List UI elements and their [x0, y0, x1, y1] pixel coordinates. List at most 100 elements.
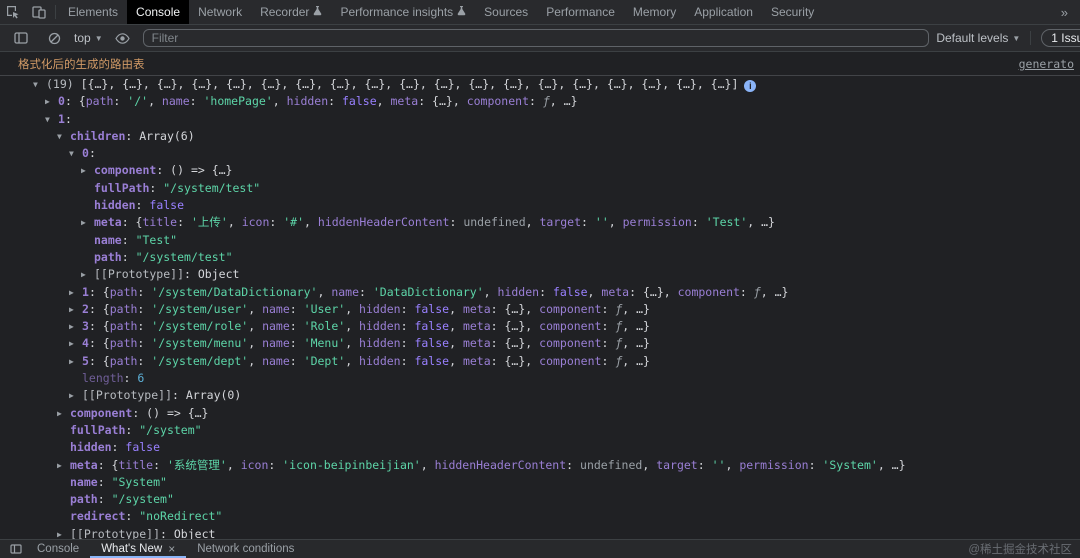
source-link[interactable]: generato	[1019, 56, 1074, 73]
collapsed-arrow-icon[interactable]: ▶	[81, 214, 94, 231]
tab-elements[interactable]: Elements	[59, 0, 127, 24]
console-token: :	[691, 215, 706, 230]
collapsed-arrow-icon[interactable]: ▶	[57, 457, 70, 474]
drawer-tab-network-conditions[interactable]: Network conditions	[186, 540, 305, 558]
console-token: {…}	[504, 301, 526, 316]
tab-console[interactable]: Console	[127, 0, 190, 24]
console-tree-row[interactable]: ▶ [[Prototype]]: Array(0)	[0, 387, 1080, 404]
device-toolbar-icon[interactable]	[26, 0, 52, 24]
console-tree-row[interactable]: ▶ meta: {title: '系统管理', icon: 'icon-beipi…	[0, 457, 1080, 474]
collapsed-arrow-icon[interactable]: ▶	[81, 266, 94, 283]
expanded-arrow-icon[interactable]: ▼	[57, 128, 70, 145]
collapsed-arrow-icon[interactable]: ▶	[81, 162, 94, 179]
console-tree-row[interactable]: ▶ 5: {path: '/system/dept', name: 'Dept',…	[0, 353, 1080, 370]
drawer-tab-whats-new[interactable]: What's New ×	[90, 540, 186, 558]
console-token: 1	[58, 111, 65, 126]
expanded-arrow-icon[interactable]: ▼	[33, 76, 46, 93]
console-token: name	[161, 94, 190, 109]
console-token: 'DataDictionary'	[372, 284, 484, 299]
console-token: '/system/role'	[151, 319, 249, 334]
console-tree-row[interactable]: ▶ 2: {path: '/system/user', name: 'User',…	[0, 301, 1080, 318]
collapsed-arrow-icon[interactable]: ▶	[57, 526, 70, 539]
live-expression-eye-icon[interactable]	[110, 32, 136, 44]
console-tree-row[interactable]: ▶ 1: {path: '/system/DataDictionary', nam…	[0, 284, 1080, 301]
context-selector[interactable]: top ▼	[74, 31, 103, 45]
expanded-arrow-icon[interactable]: ▼	[45, 111, 58, 128]
info-icon[interactable]: i	[744, 80, 757, 92]
console-token: Object	[197, 267, 240, 282]
console-token: false	[414, 353, 450, 368]
tab-application[interactable]: Application	[685, 0, 762, 24]
console-tree-row[interactable]: ▶ component: () => {…}	[0, 405, 1080, 422]
console-token: path	[85, 94, 114, 109]
console-token: [[Prototype]]	[70, 526, 161, 539]
tab-memory[interactable]: Memory	[624, 0, 685, 24]
expanded-arrow-icon[interactable]: ▼	[69, 145, 82, 162]
console-token: hidden	[497, 284, 540, 299]
collapsed-arrow-icon[interactable]: ▶	[45, 93, 58, 110]
log-levels-dropdown[interactable]: Default levels ▼	[936, 31, 1020, 45]
drawer-tab-console[interactable]: Console	[26, 540, 90, 558]
tab-performance[interactable]: Performance	[537, 0, 624, 24]
console-token: :	[137, 301, 152, 316]
console-token: hidden	[70, 440, 112, 455]
console-token: :	[400, 301, 415, 316]
console-token: false	[149, 198, 185, 213]
console-token: path	[70, 492, 98, 507]
console-token: hiddenHeaderContent	[317, 215, 450, 230]
more-tabs-button[interactable]: »	[1049, 0, 1080, 24]
console-token: ,	[248, 319, 263, 334]
console-token: :	[137, 319, 152, 334]
console-tree-row[interactable]: ▶ 3: {path: '/system/role', name: 'Role',…	[0, 318, 1080, 335]
console-tree-row[interactable]: ▶ meta: {title: '上传', icon: '#', hiddenHe…	[0, 214, 1080, 231]
console-tree-row[interactable]: ▶ component: () => {…}	[0, 162, 1080, 179]
console-tree-row[interactable]: ▼ 1:	[0, 111, 1080, 128]
console-token: ,	[449, 319, 463, 334]
console-token: ,	[587, 284, 602, 299]
console-tree-row[interactable]: ▶ 0: {path: '/', name: 'homePage', hidden…	[0, 93, 1080, 110]
collapsed-arrow-icon[interactable]: ▶	[69, 301, 82, 318]
console-sidebar-icon[interactable]	[8, 32, 34, 44]
divider	[1030, 31, 1032, 45]
issues-badge[interactable]: 1 Issue	[1041, 29, 1080, 47]
console-tree-row[interactable]: ▼ 0:	[0, 145, 1080, 162]
tab-security[interactable]: Security	[762, 0, 823, 24]
console-token: undefined	[580, 457, 643, 472]
console-tree-row[interactable]: ▼ (19) [{…}, {…}, {…}, {…}, {…}, {…}, {…}…	[0, 76, 1080, 93]
tab-recorder[interactable]: Recorder	[251, 0, 331, 24]
console-token: hidden	[359, 319, 401, 334]
console-token: '/system/dept'	[151, 353, 249, 368]
tab-sources[interactable]: Sources	[475, 0, 537, 24]
collapsed-arrow-icon[interactable]: ▶	[69, 335, 82, 352]
tab-network[interactable]: Network	[189, 0, 251, 24]
console-token: meta	[462, 301, 491, 316]
chevron-down-icon: ▼	[94, 33, 103, 43]
drawer-panel-icon[interactable]	[6, 540, 26, 558]
filter-input[interactable]	[142, 29, 930, 47]
inspect-element-icon[interactable]	[0, 0, 26, 24]
collapsed-arrow-icon[interactable]: ▶	[69, 284, 82, 301]
console-token: "/system/test"	[163, 180, 261, 195]
tab-performance-insights[interactable]: Performance insights	[331, 0, 475, 24]
collapsed-arrow-icon[interactable]: ▶	[69, 318, 82, 335]
console-token: path	[109, 301, 138, 316]
collapsed-arrow-icon[interactable]: ▶	[69, 387, 82, 404]
console-token: :	[137, 353, 152, 368]
console-tree-row[interactable]: ▶ 4: {path: '/system/menu', name: 'Menu',…	[0, 335, 1080, 352]
console-token: hidden	[286, 94, 329, 109]
console-token: meta	[70, 457, 98, 472]
console-tree-row[interactable]: ▼ children: Array(6)	[0, 128, 1080, 145]
console-token: path	[109, 336, 138, 351]
console-token: ,	[345, 353, 360, 368]
console-tree-row[interactable]: ▶ [[Prototype]]: Object	[0, 526, 1080, 539]
console-property-row: path: "/system/test"	[0, 249, 1080, 266]
collapsed-arrow-icon[interactable]: ▶	[57, 405, 70, 422]
close-icon[interactable]: ×	[168, 542, 175, 556]
console-tree-row[interactable]: ▶ [[Prototype]]: Object	[0, 266, 1080, 283]
console-token: :	[137, 336, 152, 351]
console-token: hidden	[359, 336, 401, 351]
console-token: "noRedirect"	[139, 509, 223, 524]
console-property-row: redirect: "noRedirect"	[0, 508, 1080, 525]
collapsed-arrow-icon[interactable]: ▶	[69, 353, 82, 370]
clear-console-icon[interactable]	[41, 32, 67, 45]
